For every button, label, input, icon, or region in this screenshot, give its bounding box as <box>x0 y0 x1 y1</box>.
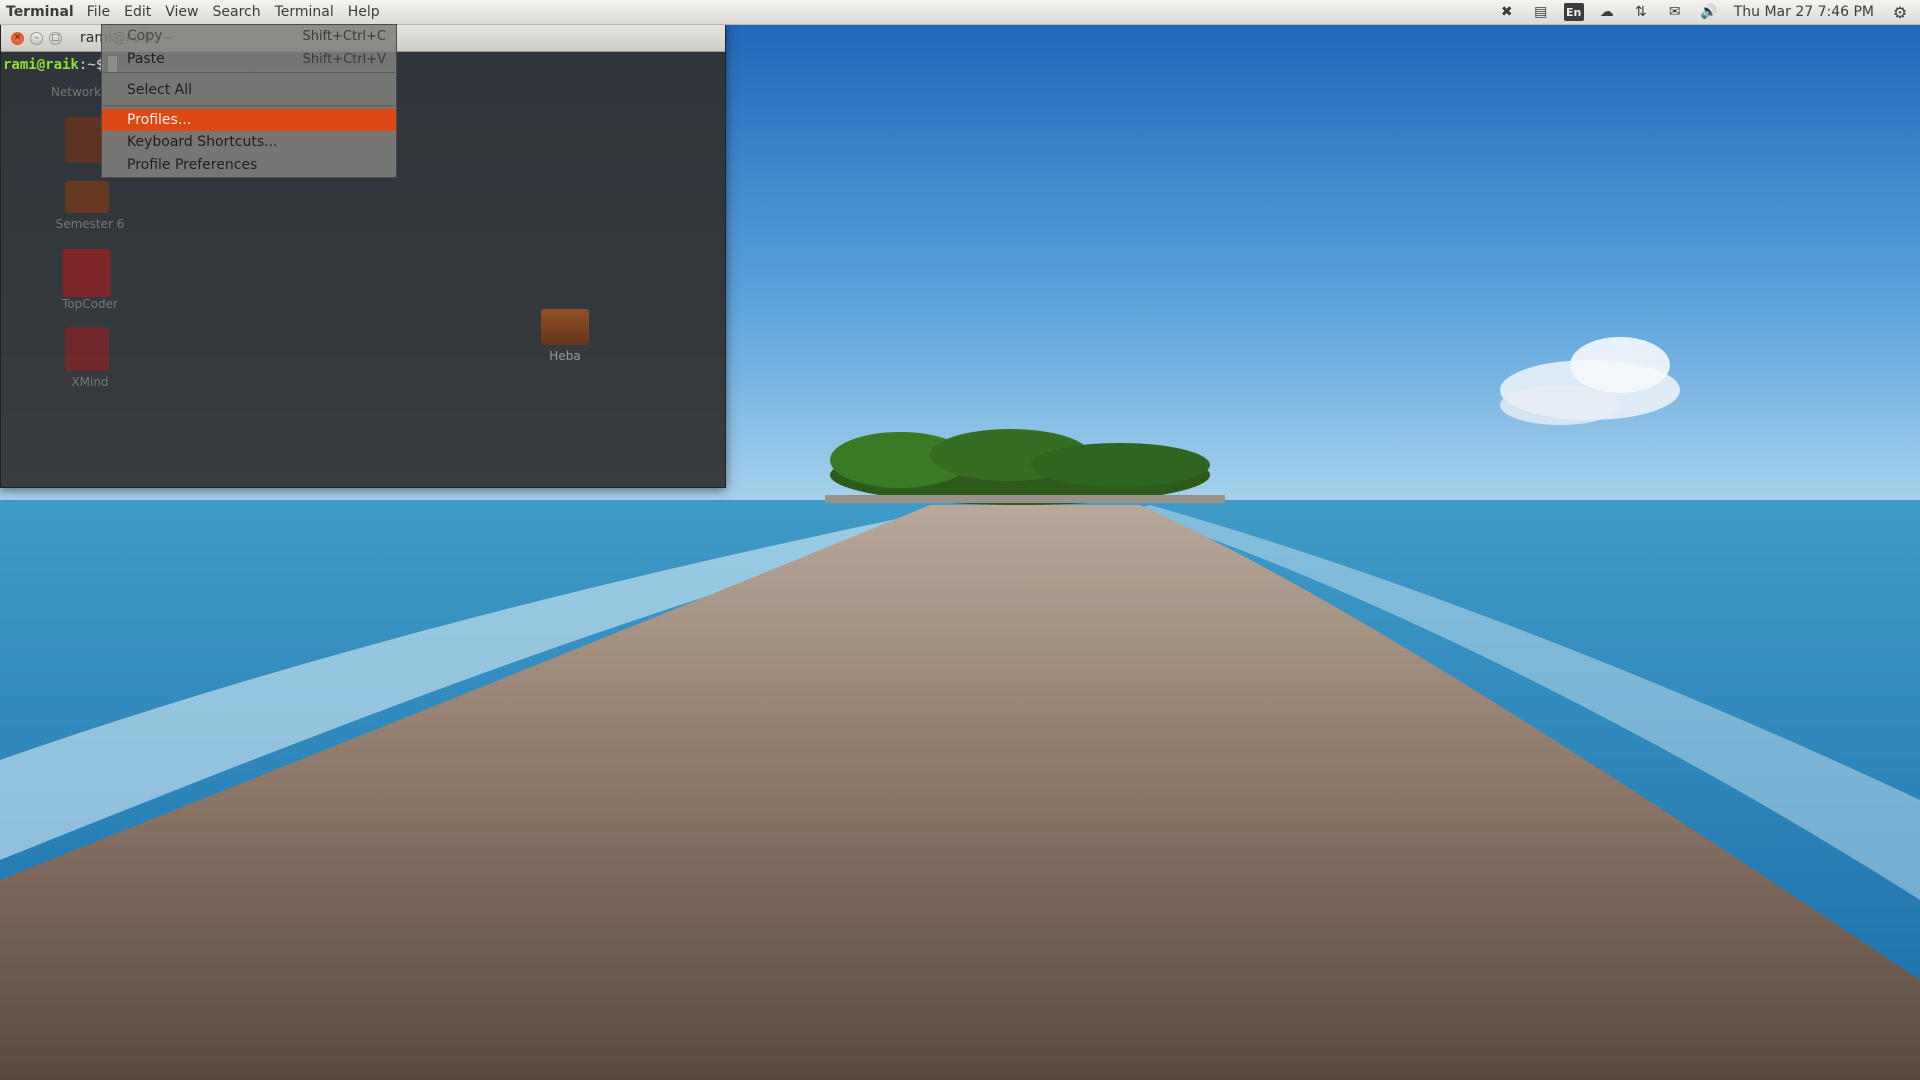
edit-dropdown-menu: Copy Shift+Ctrl+C Paste Shift+Ctrl+V Sel… <box>101 24 397 178</box>
menu-separator <box>103 72 395 73</box>
volume-icon[interactable]: 🔊 <box>1692 0 1726 24</box>
menu-item-label: Profiles... <box>127 112 192 128</box>
top-panel: Terminal File Edit View Search Terminal … <box>0 0 1920 25</box>
close-button[interactable]: ✕ <box>11 31 24 45</box>
desktop-icon-label-heba: Heba <box>549 349 581 363</box>
menu-item-profiles[interactable]: Profiles... <box>102 109 396 131</box>
app-name: Terminal <box>6 4 74 20</box>
minimize-button[interactable]: – <box>30 31 43 45</box>
menu-item-select-all[interactable]: Select All <box>102 79 396 101</box>
desktop-icon-label-topcoder: TopCoder <box>62 297 118 311</box>
desktop-icon-label-xmind: XMind <box>71 375 109 389</box>
home-folder-icon <box>65 117 105 163</box>
desktop-icon-label-semester: Semester 6 <box>55 217 125 231</box>
maximize-button[interactable]: □ <box>49 31 62 45</box>
menu-item-label: Copy <box>127 28 163 44</box>
folder-icon <box>65 181 109 213</box>
menu-file[interactable]: File <box>80 4 117 20</box>
gear-icon[interactable]: ⚙ <box>1882 0 1920 24</box>
menu-item-label: Select All <box>127 82 192 98</box>
menu-item-profile-preferences[interactable]: Profile Preferences <box>102 154 396 176</box>
menu-terminal[interactable]: Terminal <box>268 4 341 20</box>
xmind-icon <box>65 327 109 371</box>
menu-item-shortcut: Shift+Ctrl+C <box>302 28 386 44</box>
menu-item-copy[interactable]: Copy Shift+Ctrl+C <box>102 25 396 47</box>
cloud-icon[interactable]: ☁ <box>1590 0 1624 24</box>
folder-icon <box>541 309 589 345</box>
menu-item-label: Keyboard Shortcuts... <box>127 134 278 150</box>
topcoder-icon <box>63 249 111 297</box>
menu-view[interactable]: View <box>158 4 205 20</box>
clock[interactable]: Thu Mar 27 7:46 PM <box>1726 4 1882 20</box>
clipboard-icon[interactable]: ▤ <box>1524 0 1558 24</box>
mail-icon[interactable]: ✉ <box>1658 0 1692 24</box>
menu-item-keyboard-shortcuts[interactable]: Keyboard Shortcuts... <box>102 131 396 153</box>
menu-search[interactable]: Search <box>206 4 268 20</box>
indicator-area: ✖ ▤ En ☁ ⇅ ✉ 🔊 Thu Mar 27 7:46 PM ⚙ <box>1490 0 1920 24</box>
menu-help[interactable]: Help <box>341 4 387 20</box>
menu-item-label: Paste <box>127 51 165 67</box>
prompt-user: rami@raik <box>3 57 79 73</box>
keyboard-layout-indicator[interactable]: En <box>1563 3 1584 21</box>
menu-item-paste[interactable]: Paste Shift+Ctrl+V <box>102 48 396 70</box>
menu-item-label: Profile Preferences <box>127 157 258 173</box>
network-icon[interactable]: ⇅ <box>1624 0 1658 24</box>
dropbox-icon[interactable]: ✖ <box>1490 0 1524 24</box>
menu-item-shortcut: Shift+Ctrl+V <box>302 51 386 67</box>
menu-edit[interactable]: Edit <box>117 4 158 20</box>
menu-separator <box>103 105 395 106</box>
